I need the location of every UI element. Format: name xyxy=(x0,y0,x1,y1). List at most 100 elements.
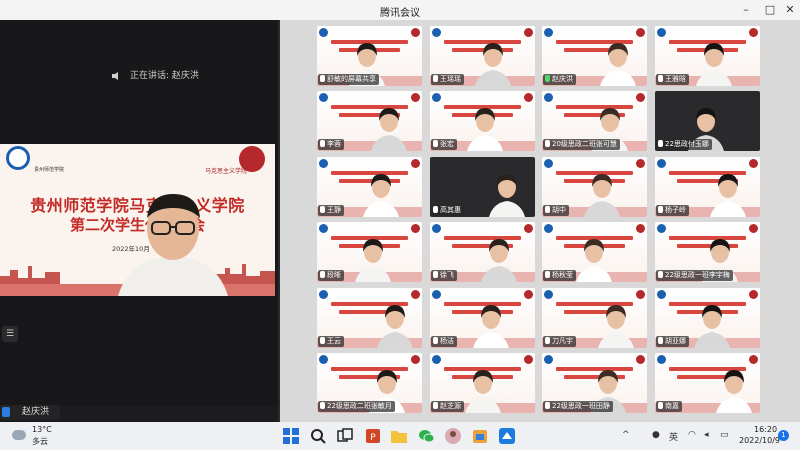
powerpoint-icon[interactable]: P xyxy=(364,427,382,445)
microphone-icon xyxy=(658,140,663,147)
participant-tile[interactable]: 22级思政二班张敏月 xyxy=(317,353,422,413)
participant-tile[interactable]: 王静 xyxy=(317,157,422,217)
clock-time[interactable]: 16:20 xyxy=(754,425,777,434)
search-icon[interactable] xyxy=(309,427,327,445)
participant-name: 舒敏的屏幕共享 xyxy=(327,75,376,83)
window-title: 腾讯会议 xyxy=(380,8,420,19)
battery-icon[interactable]: ▭ xyxy=(720,430,729,440)
maximize-icon[interactable]: □ xyxy=(762,2,778,18)
member-list-button[interactable]: ☰ xyxy=(2,326,18,342)
weather-temp[interactable]: 13°C xyxy=(32,425,52,434)
microphone-icon xyxy=(320,337,325,344)
participant-tile[interactable]: 王云 xyxy=(317,288,422,348)
participant-name-tag: 王雅晗 xyxy=(656,74,689,85)
user-app-icon[interactable] xyxy=(444,427,462,445)
chevron-up-icon[interactable]: ^ xyxy=(622,430,630,440)
college-seal-icon xyxy=(524,93,533,102)
microphone-icon xyxy=(2,406,10,417)
school-logo-icon xyxy=(432,355,441,364)
microphone-tray-icon[interactable]: ● xyxy=(652,430,660,440)
participant-tile[interactable]: 刀凡宇 xyxy=(542,288,647,348)
college-seal-icon xyxy=(636,355,645,364)
school-logo-icon xyxy=(432,224,441,233)
store-app-icon[interactable] xyxy=(471,427,489,445)
participant-tile[interactable]: 赵庆洪 xyxy=(542,26,647,86)
school-logo-icon xyxy=(544,290,553,299)
microphone-icon xyxy=(433,337,438,344)
participant-name: 22级思政一班李宇梅 xyxy=(665,271,730,279)
microphone-icon xyxy=(658,75,663,82)
school-logo-icon xyxy=(6,146,30,170)
participant-name: 22级思政一班田静 xyxy=(552,402,610,410)
participant-tile[interactable]: 22级思政一班田静 xyxy=(542,353,647,413)
participant-tile[interactable]: 徐飞 xyxy=(430,222,535,282)
microphone-icon xyxy=(658,271,663,278)
speaking-label: 正在讲话: 赵庆洪 xyxy=(130,71,199,81)
participant-name: 赵芝源 xyxy=(440,402,461,410)
wifi-icon[interactable]: ◠ xyxy=(688,430,696,440)
cloud-icon[interactable] xyxy=(12,430,26,440)
windows-taskbar: 13°C 多云 P ^ ● 英 ◠ ◂ ▭ 16:20 2022/10/9 1 xyxy=(0,422,800,450)
participant-name-tag: 舒敏的屏幕共享 xyxy=(318,74,379,85)
wechat-icon[interactable] xyxy=(417,427,435,445)
school-logo-icon xyxy=(319,355,328,364)
microphone-icon xyxy=(433,206,438,213)
participant-name: 李蓉 xyxy=(327,140,341,148)
participant-tile[interactable]: 高其惠 xyxy=(430,157,535,217)
participant-name: 22级思政二班张敏月 xyxy=(327,402,392,410)
participant-tile[interactable]: 赵芝源 xyxy=(430,353,535,413)
participant-tile[interactable]: 张宏 xyxy=(430,91,535,151)
college-seal-icon xyxy=(524,290,533,299)
participant-grid: 舒敏的屏幕共享 王瑶瑶 赵庆洪 王雅晗李蓉 张宏 20级思政二班张可慧 22思政付玉娜王静 高… xyxy=(280,20,800,422)
participant-tile[interactable]: 杨秋莹 xyxy=(542,222,647,282)
school-logo-icon xyxy=(319,28,328,37)
participant-name: 高其惠 xyxy=(440,206,461,214)
participant-tile[interactable]: 22思政付玉娜 xyxy=(655,91,760,151)
input-method-indicator[interactable]: 英 xyxy=(669,430,678,443)
participant-tile[interactable]: 南嘉 xyxy=(655,353,760,413)
clock-date[interactable]: 2022/10/9 xyxy=(739,436,780,445)
speaking-indicator: 正在讲话: 赵庆洪 xyxy=(112,68,199,81)
close-icon[interactable]: ✕ xyxy=(782,2,798,18)
participant-tile[interactable]: 李蓉 xyxy=(317,91,422,151)
participant-person xyxy=(481,239,517,282)
college-seal-icon xyxy=(636,159,645,168)
volume-icon[interactable]: ◂ xyxy=(704,430,709,440)
microphone-icon xyxy=(320,271,325,278)
participant-name: 南嘉 xyxy=(665,402,679,410)
college-seal-icon xyxy=(636,93,645,102)
minimize-icon[interactable]: – xyxy=(738,2,754,18)
participant-tile[interactable]: 胡中 xyxy=(542,157,647,217)
tencent-meeting-icon[interactable] xyxy=(498,427,516,445)
microphone-icon xyxy=(433,140,438,147)
college-seal-icon xyxy=(411,28,420,37)
main-video[interactable]: 贵州师范学院 马克思主义学院 贵州师范学院马克思主义学院 第二次学生代表大会 2… xyxy=(0,144,275,296)
participant-tile[interactable]: 杨子岭 xyxy=(655,157,760,217)
participant-person xyxy=(489,174,525,217)
school-logo-icon xyxy=(657,290,666,299)
microphone-icon xyxy=(545,206,550,213)
participant-name: 张宏 xyxy=(440,140,454,148)
participant-tile[interactable]: 王雅晗 xyxy=(655,26,760,86)
weather-condition[interactable]: 多云 xyxy=(32,436,48,447)
school-logo-icon xyxy=(432,93,441,102)
participant-name-tag: 22思政付玉娜 xyxy=(656,139,712,150)
participant-tile[interactable]: 胡亚娜 xyxy=(655,288,760,348)
participant-name: 王雅晗 xyxy=(665,75,686,83)
participant-tile[interactable]: 杨洁 xyxy=(430,288,535,348)
participant-tile[interactable]: 20级思政二班张可慧 xyxy=(542,91,647,151)
participant-name: 刀凡宇 xyxy=(552,337,573,345)
file-explorer-icon[interactable] xyxy=(390,427,408,445)
notification-badge[interactable]: 1 xyxy=(778,430,789,441)
participant-name-tag: 22级思政一班李宇梅 xyxy=(656,270,733,281)
school-logo-icon xyxy=(319,224,328,233)
tencent-meeting-window: 腾讯会议 – □ ✕ 正在讲话: 赵庆洪 贵州师范学院 马克思主义学院 贵州师范… xyxy=(0,0,800,450)
participant-tile[interactable]: 舒敏的屏幕共享 xyxy=(317,26,422,86)
participant-tile[interactable]: 段晰 xyxy=(317,222,422,282)
participant-tile[interactable]: 22级思政一班李宇梅 xyxy=(655,222,760,282)
school-logo-icon xyxy=(319,93,328,102)
participant-tile[interactable]: 王瑶瑶 xyxy=(430,26,535,86)
participant-name-tag: 杨子岭 xyxy=(656,205,689,216)
task-view-icon[interactable] xyxy=(336,427,354,445)
start-icon[interactable] xyxy=(282,427,300,445)
